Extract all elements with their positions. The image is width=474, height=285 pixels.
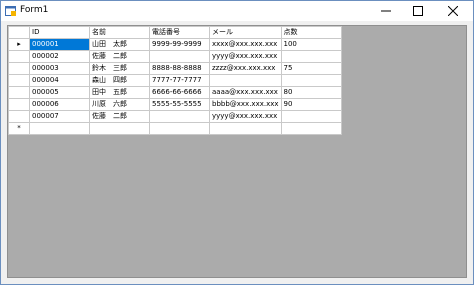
cell-id[interactable]: 000001 [29,38,90,51]
cell-name[interactable]: 森山 四郎 [89,74,150,87]
row-header[interactable] [8,86,30,99]
cell-phone[interactable]: 8888-88-8888 [149,62,210,75]
cell-score[interactable]: 75 [280,62,342,75]
cell-id[interactable]: 000005 [29,86,90,99]
column-header-phone[interactable]: 電話番号 [149,26,210,39]
cell-name[interactable]: 佐藤 二郎 [89,110,150,123]
column-header-id[interactable]: ID [29,26,90,39]
cell-id[interactable]: 000004 [29,74,90,87]
table-row[interactable]: 000007 佐藤 二郎 yyyy@xxx.xxx.xxx [8,110,342,123]
cell-score[interactable]: 100 [280,38,342,51]
column-header-row: ID 名前 電話番号 メール 点数 [8,26,342,39]
row-header[interactable] [8,62,30,75]
row-header-new[interactable]: * [8,122,30,135]
cell-email[interactable]: zzzz@xxx.xxx.xxx [209,62,282,75]
cell-phone[interactable] [149,50,210,63]
column-header-score[interactable]: 点数 [280,26,342,39]
cell-phone[interactable] [149,110,210,123]
cell-email[interactable] [209,122,282,135]
cell-score[interactable] [280,74,342,87]
cell-name[interactable]: 川原 六郎 [89,98,150,111]
row-header[interactable] [8,98,30,111]
row-header[interactable] [8,74,30,87]
maximize-button[interactable] [402,1,434,21]
cell-id[interactable]: 000007 [29,110,90,123]
cell-score[interactable]: 90 [280,98,342,111]
current-row-marker-icon: ▸ [17,40,21,48]
data-grid-table: ID 名前 電話番号 メール 点数 ▸ 000001 山田 太郎 9999-99… [8,26,342,135]
cell-id[interactable] [29,122,90,135]
column-header-name[interactable]: 名前 [89,26,150,39]
cell-email[interactable]: xxxx@xxx.xxx.xxx [209,38,282,51]
new-row[interactable]: * [8,122,342,135]
cell-name[interactable]: 鈴木 三郎 [89,62,150,75]
cell-score[interactable]: 80 [280,86,342,99]
new-row-asterisk-icon: * [17,124,21,132]
table-row[interactable]: 000006 川原 六郎 5555-55-5555 bbbb@xxx.xxx.x… [8,98,342,111]
maximize-icon [413,6,423,16]
window-title: Form1 [20,5,49,15]
cell-email[interactable]: yyyy@xxx.xxx.xxx [209,110,282,123]
close-button[interactable] [437,1,469,21]
cell-phone[interactable]: 7777-77-7777 [149,74,210,87]
cell-score[interactable] [280,50,342,63]
app-form-icon [5,6,16,16]
cell-id[interactable]: 000006 [29,98,90,111]
column-header-email[interactable]: メール [209,26,282,39]
cell-phone[interactable] [149,122,210,135]
title-bar[interactable]: Form1 [1,1,473,21]
cell-phone[interactable]: 5555-55-5555 [149,98,210,111]
table-row[interactable]: 000002 佐藤 二郎 yyyy@xxx.xxx.xxx [8,50,342,63]
cell-email[interactable] [209,74,282,87]
cell-score[interactable] [280,122,342,135]
cell-name[interactable]: 田中 五郎 [89,86,150,99]
cell-score[interactable] [280,110,342,123]
cell-name[interactable]: 山田 太郎 [89,38,150,51]
row-header[interactable] [8,110,30,123]
row-header[interactable] [8,50,30,63]
row-header-current[interactable]: ▸ [8,38,30,51]
cell-email[interactable]: bbbb@xxx.xxx.xxx [209,98,282,111]
cell-id[interactable]: 000002 [29,50,90,63]
minimize-button[interactable] [370,1,402,21]
cell-email[interactable]: yyyy@xxx.xxx.xxx [209,50,282,63]
top-left-header-cell[interactable] [8,26,30,39]
cell-id[interactable]: 000003 [29,62,90,75]
cell-phone[interactable]: 9999-99-9999 [149,38,210,51]
app-window: Form1 ID 名前 電話番号 メール 点数 ▸ 000001 山田 太郎 9… [0,0,474,285]
table-row[interactable]: ▸ 000001 山田 太郎 9999-99-9999 xxxx@xxx.xxx… [8,38,342,51]
table-row[interactable]: 000004 森山 四郎 7777-77-7777 [8,74,342,87]
minimize-icon [381,10,391,12]
cell-phone[interactable]: 6666-66-6666 [149,86,210,99]
table-row[interactable]: 000005 田中 五郎 6666-66-6666 aaaa@xxx.xxx.x… [8,86,342,99]
cell-email[interactable]: aaaa@xxx.xxx.xxx [209,86,282,99]
cell-name[interactable]: 佐藤 二郎 [89,50,150,63]
table-row[interactable]: 000003 鈴木 三郎 8888-88-8888 zzzz@xxx.xxx.x… [8,62,342,75]
close-icon [448,6,458,16]
datagridview[interactable]: ID 名前 電話番号 メール 点数 ▸ 000001 山田 太郎 9999-99… [7,25,467,278]
cell-name[interactable] [89,122,150,135]
